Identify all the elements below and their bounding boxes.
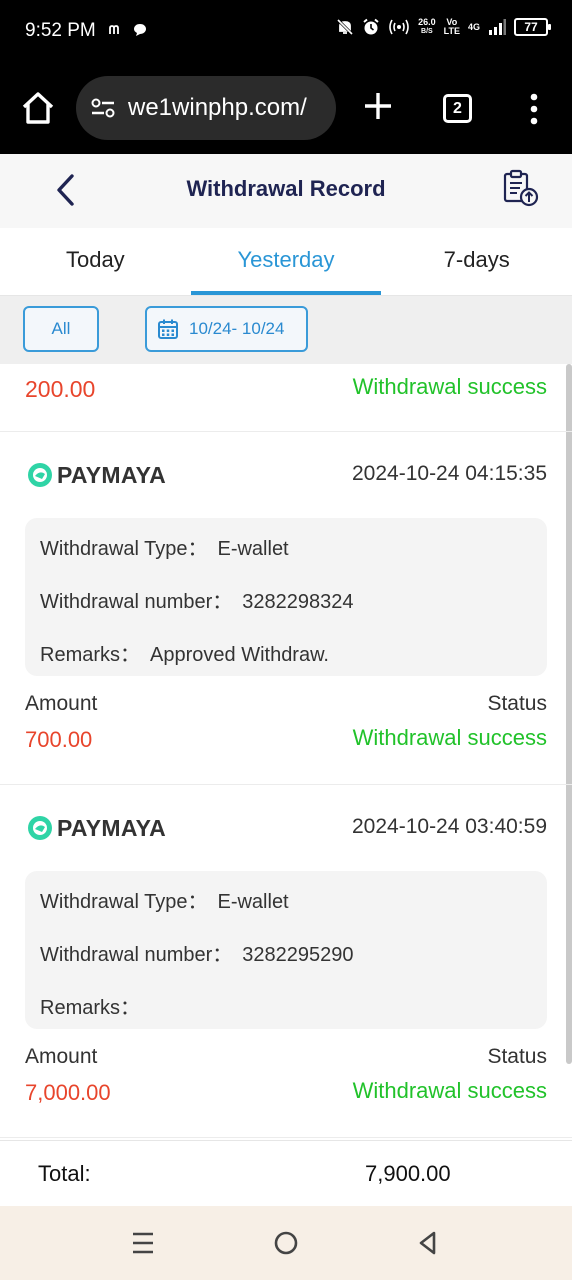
- status-value: Withdrawal success: [352, 725, 547, 750]
- recent-apps-icon[interactable]: [128, 1228, 158, 1258]
- withdrawal-type-label: Withdrawal Type：: [40, 538, 208, 560]
- filter-all-button[interactable]: All: [23, 306, 99, 352]
- record-header: PAYMAYA 2024-10-24 03:40:59: [25, 813, 547, 843]
- notification-icons: [108, 22, 148, 38]
- list-item: 200.00 Withdrawal success: [0, 364, 572, 432]
- network-type: 4G: [467, 21, 480, 32]
- clipboard-upload-icon[interactable]: [500, 168, 540, 208]
- total-value: 7,900.00: [365, 1161, 451, 1186]
- record-datetime: 2024-10-24 03:40:59: [352, 815, 547, 838]
- remarks-row: Remarks： Approved Withdraw.: [40, 638, 329, 667]
- volte-indicator: Vo LTE: [444, 18, 460, 36]
- tab-7-days[interactable]: 7-days: [381, 228, 572, 295]
- battery-indicator: 77: [514, 18, 551, 36]
- withdrawal-type-label: Withdrawal Type：: [40, 891, 208, 913]
- withdrawal-type-value: E-wallet: [217, 891, 289, 913]
- total-bar: Total: 7,900.00: [0, 1140, 572, 1206]
- amount-value: 700.00: [25, 727, 93, 752]
- status-bar: 9:52 PM 26.0 B/S Vo LTE 4G 77: [0, 0, 572, 64]
- status-value: Withdrawal success: [352, 374, 547, 399]
- withdrawal-number-value: 3282295290: [242, 944, 354, 966]
- remarks-label: Remarks：: [40, 644, 141, 666]
- net-speed-value: 26.0: [418, 17, 436, 27]
- date-range-button[interactable]: 10/24- 10/24: [145, 306, 308, 352]
- tab-today[interactable]: Today: [0, 228, 191, 295]
- withdrawal-list[interactable]: 200.00 Withdrawal success PAYMAYA 2024-1…: [0, 364, 572, 1140]
- remarks-label: Remarks：: [40, 997, 141, 1019]
- list-item: PAYMAYA 2024-10-24 03:40:59 Withdrawal T…: [0, 785, 572, 1138]
- paymaya-logo-icon: [28, 463, 52, 487]
- withdrawal-type-row: Withdrawal Type： E-wallet: [40, 532, 289, 561]
- back-triangle-icon[interactable]: [413, 1228, 443, 1258]
- url-text: we1winphp.com/: [128, 94, 307, 121]
- date-tabs: Today Yesterday 7-days: [0, 228, 572, 296]
- more-vert-icon[interactable]: [524, 92, 544, 126]
- record-details: Withdrawal Type： E-wallet Withdrawal numb…: [25, 871, 547, 1029]
- amount-value: 200.00: [25, 376, 96, 402]
- record-datetime: 2024-10-24 04:15:35: [352, 462, 547, 485]
- amount-label: Amount: [25, 1045, 98, 1068]
- hotspot-icon: [389, 19, 409, 35]
- system-indicators: 26.0 B/S Vo LTE 4G 77: [336, 18, 551, 36]
- remarks-row: Remarks：: [40, 991, 150, 1020]
- amount-label: Amount: [25, 692, 98, 715]
- tab-yesterday[interactable]: Yesterday: [190, 228, 382, 295]
- app-header: Withdrawal Record: [0, 154, 572, 228]
- site-settings-icon[interactable]: [90, 97, 116, 119]
- notification-m-icon: [109, 25, 119, 34]
- withdrawal-number-value: 3282298324: [242, 591, 354, 613]
- date-range-label: 10/24- 10/24: [189, 319, 285, 338]
- status-label: Status: [487, 692, 547, 715]
- tab-switcher-button[interactable]: 2: [443, 94, 472, 123]
- list-item: PAYMAYA 2024-10-24 04:15:35 Withdrawal T…: [0, 432, 572, 785]
- status-label: Status: [487, 1045, 547, 1068]
- status-value: Withdrawal success: [352, 1078, 547, 1103]
- home-icon[interactable]: [20, 90, 56, 126]
- home-circle-icon[interactable]: [271, 1228, 301, 1258]
- withdrawal-type-value: E-wallet: [217, 538, 289, 560]
- calendar-icon: [158, 319, 178, 339]
- volte-bottom: LTE: [443, 26, 460, 36]
- net-speed-unit: B/S: [421, 28, 433, 35]
- signal-icon: [489, 19, 506, 35]
- remarks-value: Approved Withdraw.: [150, 644, 329, 666]
- withdrawal-number-row: Withdrawal number： 3282298324: [40, 585, 354, 614]
- amount-value: 7,000.00: [25, 1080, 111, 1105]
- mute-bell-icon: [337, 18, 354, 36]
- paymaya-logo-icon: [28, 816, 52, 840]
- system-navigation-bar: [0, 1206, 572, 1280]
- net-speed: 26.0 B/S: [418, 18, 436, 36]
- status-time: 9:52 PM: [25, 20, 96, 41]
- alarm-icon: [363, 18, 379, 35]
- address-bar[interactable]: we1winphp.com/: [76, 76, 336, 140]
- new-tab-icon[interactable]: [362, 90, 394, 122]
- record-details: Withdrawal Type： E-wallet Withdrawal numb…: [25, 518, 547, 676]
- page-title: Withdrawal Record: [186, 176, 386, 201]
- withdrawal-number-label: Withdrawal number：: [40, 944, 233, 966]
- total-label: Total:: [38, 1161, 91, 1186]
- chat-bubble-icon: [134, 24, 146, 36]
- payment-method: PAYMAYA: [57, 462, 167, 488]
- payment-method: PAYMAYA: [57, 815, 167, 841]
- filter-bar: All 10/24- 10/24: [0, 296, 572, 364]
- withdrawal-number-label: Withdrawal number：: [40, 591, 233, 613]
- record-header: PAYMAYA 2024-10-24 04:15:35: [25, 460, 547, 490]
- withdrawal-number-row: Withdrawal number： 3282295290: [40, 938, 354, 967]
- withdrawal-type-row: Withdrawal Type： E-wallet: [40, 885, 289, 914]
- browser-toolbar: we1winphp.com/ 2: [0, 64, 572, 154]
